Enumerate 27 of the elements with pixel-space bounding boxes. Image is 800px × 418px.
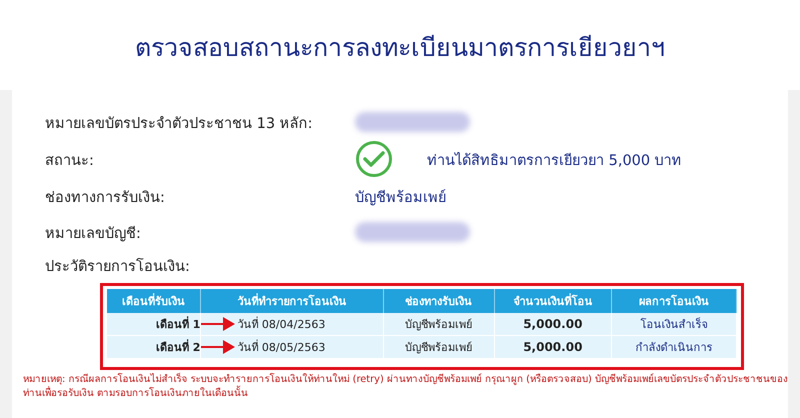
column-header: เดือนที่รับเงิน	[107, 289, 201, 313]
history-label: ประวัติรายการโอนเงิน:	[45, 257, 191, 277]
column-header: วันที่ทำรายการโอนเงิน	[200, 289, 384, 313]
field-label: หมายเลขบัญชี:	[45, 224, 142, 244]
arrow-icon	[201, 338, 236, 356]
status-text: ท่านได้สิทธิมาตรการเยียวยา 5,000 บาท	[427, 151, 682, 170]
column-header: ผลการโอนเงิน	[611, 289, 736, 313]
field-label: สถานะ:	[45, 152, 95, 170]
note-text: หมายเหตุ: กรณีผลการโอนเงินไม่สำเร็จ ระบบจะทำรายการโอนเงินให้ท่านใหม่ (retry) ผ่านทางบัญชีพร้อมเพย์ กรุณาผูก (หรือตรวจสอบ) บัญชีพร้อมเพย์เลขบัตรประจำตัวประชาชนของท่านเพื่อรอรับเงิน ตามรอบการโอนเงินภายในเดือนนั้น	[23, 373, 789, 401]
check-circle-icon	[355, 140, 393, 178]
date-text: วันที่ 08/05/2563	[237, 338, 326, 356]
field-label: ช่องทางการรับเงิน:	[45, 188, 166, 208]
table-cell: บัญชีพร้อมเพย์	[383, 313, 494, 336]
table-cell: บัญชีพร้อมเพย์	[383, 336, 494, 358]
column-header: จำนวนเงินที่โอน	[494, 289, 612, 313]
arrow-icon	[201, 315, 236, 333]
table-cell: โอนเงินสำเร็จ	[611, 313, 736, 336]
table-cell: เดือนที่ 2	[107, 336, 201, 358]
field-label: หมายเลขบัตรประจำตัวประชาชน 13 หลัก:	[45, 114, 314, 134]
table-cell: เดือนที่ 1	[107, 313, 201, 336]
field-value: บัญชีพร้อมเพย์	[355, 188, 446, 208]
table-cell: 5,000.00	[494, 313, 612, 336]
column-header: ช่องทางรับเงิน	[383, 289, 494, 313]
table-cell: กำลังดำเนินการ	[611, 336, 736, 358]
date-text: วันที่ 08/04/2563	[237, 316, 326, 333]
table-cell: 5,000.00	[494, 336, 612, 358]
page-title: ตรวจสอบสถานะการลงทะเบียนมาตรการเยียวยาฯ	[135, 32, 665, 64]
